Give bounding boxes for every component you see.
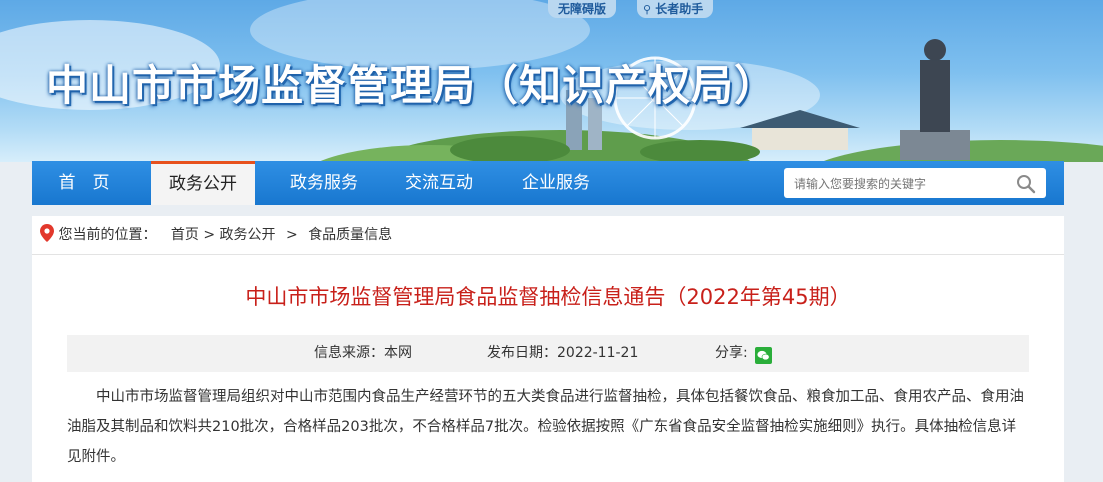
breadcrumb-separator: > — [286, 227, 298, 243]
elder-assistant-link[interactable]: ⚲ 长者助手 — [637, 0, 714, 18]
article-date: 发布日期：2022-11-21 — [487, 345, 639, 361]
accessibility-link[interactable]: 无障碍版 — [548, 0, 617, 18]
search-box — [784, 168, 1046, 198]
nav-item-enterprise-services[interactable]: 企业服务 — [504, 161, 608, 205]
share-label: 分享: — [715, 345, 748, 361]
nav-item-interaction[interactable]: 交流互动 — [387, 161, 491, 205]
article-body: 中山市市场监督管理局组织对中山市范围内食品生产经营环节的五大类食品进行监督抽检，… — [67, 389, 1024, 465]
nav-item-government-affairs[interactable]: 政务公开 — [151, 161, 255, 205]
site-title: 中山市市场监督管理局（知识产权局） — [46, 61, 778, 110]
location-pin-icon — [40, 219, 54, 257]
breadcrumb-link-food-quality[interactable]: 食品质量信息 — [308, 216, 392, 254]
article-title: 中山市市场监督管理局食品监督抽检信息通告（2022年第45期） — [245, 285, 851, 309]
nav-item-home[interactable]: 首 页 — [32, 161, 136, 205]
location-pin-icon: ⚲ — [643, 3, 652, 16]
nav-item-government-services[interactable]: 政务服务 — [272, 161, 376, 205]
site-banner: 无障碍版 ⚲ 长者助手 中山市市场监督管理局（知识产权局） — [0, 0, 1103, 162]
search-input[interactable] — [792, 172, 1006, 196]
breadcrumb-link-home[interactable]: 首页 — [171, 216, 199, 254]
elder-assistant-label: 长者助手 — [655, 2, 704, 16]
search-icon[interactable] — [1016, 174, 1036, 198]
breadcrumb: 您当前的位置： 首页 > 政务公开 > 食品质量信息 — [32, 216, 1064, 255]
article-source: 信息来源：本网 — [314, 345, 412, 361]
breadcrumb-separator: > — [203, 227, 216, 243]
breadcrumb-prefix: 您当前的位置： — [58, 227, 157, 243]
wechat-share-icon[interactable] — [755, 342, 772, 379]
article-meta-bar: 信息来源：本网 发布日期：2022-11-21 分享: — [67, 335, 1029, 372]
breadcrumb-link-government-affairs[interactable]: 政务公开 — [220, 216, 276, 254]
